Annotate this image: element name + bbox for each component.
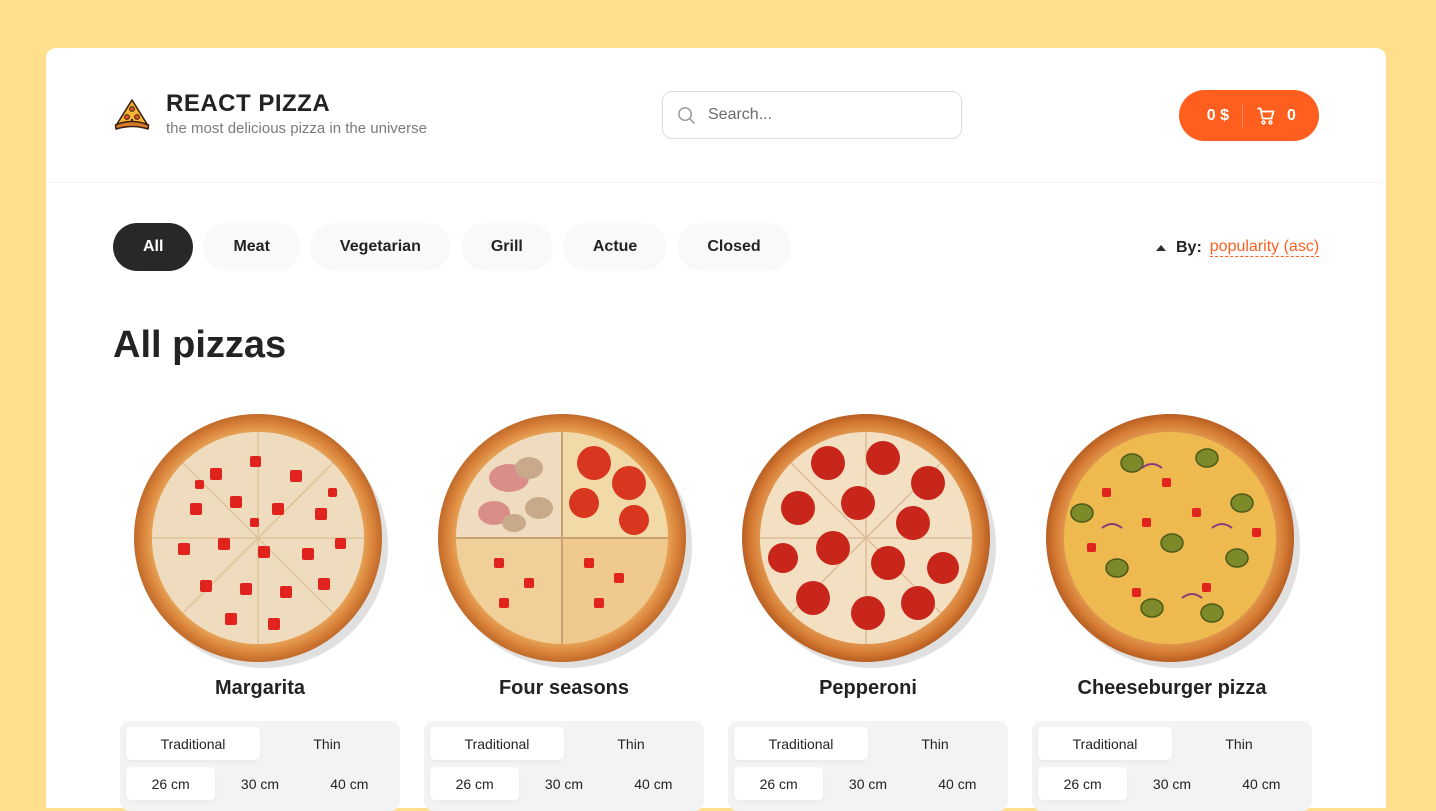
pizza-image xyxy=(438,414,692,668)
category-vegetarian[interactable]: Vegetarian xyxy=(309,223,451,271)
pizza-logo-icon xyxy=(114,99,150,130)
pizza-grid: Margarita Traditional Thin 26 cm 30 cm 4… xyxy=(120,408,1336,811)
cart-button[interactable]: 0 $ 0 xyxy=(1179,90,1319,141)
pizza-image xyxy=(742,414,996,668)
size-row: 26 cm 30 cm 40 cm xyxy=(734,767,1002,800)
brand-subtitle: the most delicious pizza in the universe xyxy=(166,120,427,137)
type-traditional[interactable]: Traditional xyxy=(430,727,564,760)
brand-title: REACT PIZZA xyxy=(166,90,331,117)
type-traditional[interactable]: Traditional xyxy=(734,727,868,760)
type-thin[interactable]: Thin xyxy=(1172,727,1306,760)
type-traditional[interactable]: Traditional xyxy=(1038,727,1172,760)
logo[interactable]: REACT PIZZA the most delicious pizza in … xyxy=(113,92,427,137)
cart-total-price: 0 $ xyxy=(1206,106,1229,124)
sort-label: By: xyxy=(1176,238,1202,256)
category-meat[interactable]: Meat xyxy=(203,223,300,271)
size-30[interactable]: 30 cm xyxy=(823,767,912,800)
type-thin[interactable]: Thin xyxy=(564,727,698,760)
cart-count-group: 0 xyxy=(1243,107,1296,125)
sort-arrow-icon[interactable] xyxy=(1156,244,1166,251)
cart-item-count: 0 xyxy=(1287,106,1296,124)
pizza-image xyxy=(1046,414,1300,668)
sort-dropdown[interactable]: popularity (asc) xyxy=(1209,238,1320,257)
type-traditional[interactable]: Traditional xyxy=(126,727,260,760)
size-30[interactable]: 30 cm xyxy=(1127,767,1216,800)
search-icon xyxy=(678,106,695,124)
type-thin[interactable]: Thin xyxy=(868,727,1002,760)
sort-control: By: popularity (asc) xyxy=(1156,238,1320,257)
page-title: All pizzas xyxy=(113,324,287,366)
size-30[interactable]: 30 cm xyxy=(215,767,304,800)
pizza-name: Four seasons xyxy=(498,677,630,699)
pizza-card: Pepperoni Traditional Thin 26 cm 30 cm 4… xyxy=(728,408,1008,811)
search-input[interactable] xyxy=(708,106,948,124)
size-40[interactable]: 40 cm xyxy=(913,767,1002,800)
size-40[interactable]: 40 cm xyxy=(1217,767,1306,800)
search-box xyxy=(662,91,962,139)
dough-type-row: Traditional Thin xyxy=(1038,727,1306,760)
pizza-card: Cheeseburger pizza Traditional Thin 26 c… xyxy=(1032,408,1312,811)
category-all[interactable]: All xyxy=(113,223,194,271)
pizza-card: Margarita Traditional Thin 26 cm 30 cm 4… xyxy=(120,408,400,811)
dough-type-row: Traditional Thin xyxy=(430,727,698,760)
size-26[interactable]: 26 cm xyxy=(1038,767,1128,800)
pizza-name: Margarita xyxy=(214,677,306,699)
category-grill[interactable]: Grill xyxy=(460,223,553,271)
pizza-name: Pepperoni xyxy=(819,677,917,699)
pizza-card: Four seasons Traditional Thin 26 cm 30 c… xyxy=(424,408,704,811)
pizza-options: Traditional Thin 26 cm 30 cm 40 cm xyxy=(120,721,400,811)
cart-icon xyxy=(1257,107,1275,125)
pizza-options: Traditional Thin 26 cm 30 cm 40 cm xyxy=(1032,721,1312,811)
dough-type-row: Traditional Thin xyxy=(126,727,394,760)
pizza-image xyxy=(134,414,388,668)
category-actue[interactable]: Actue xyxy=(562,223,668,271)
size-row: 26 cm 30 cm 40 cm xyxy=(126,767,394,800)
size-26[interactable]: 26 cm xyxy=(126,767,216,800)
pizza-name: Cheeseburger pizza xyxy=(1077,677,1267,699)
type-thin[interactable]: Thin xyxy=(260,727,394,760)
size-40[interactable]: 40 cm xyxy=(305,767,394,800)
size-26[interactable]: 26 cm xyxy=(430,767,520,800)
size-30[interactable]: 30 cm xyxy=(519,767,608,800)
size-26[interactable]: 26 cm xyxy=(734,767,824,800)
app-wrapper: REACT PIZZA the most delicious pizza in … xyxy=(46,48,1386,811)
dough-type-row: Traditional Thin xyxy=(734,727,1002,760)
header: REACT PIZZA the most delicious pizza in … xyxy=(46,48,1386,183)
size-row: 26 cm 30 cm 40 cm xyxy=(430,767,698,800)
pizza-options: Traditional Thin 26 cm 30 cm 40 cm xyxy=(728,721,1008,811)
category-closed[interactable]: Closed xyxy=(677,223,791,271)
size-row: 26 cm 30 cm 40 cm xyxy=(1038,767,1306,800)
category-tabs: All Meat Vegetarian Grill Actue Closed xyxy=(113,223,801,271)
pizza-options: Traditional Thin 26 cm 30 cm 40 cm xyxy=(424,721,704,811)
size-40[interactable]: 40 cm xyxy=(609,767,698,800)
